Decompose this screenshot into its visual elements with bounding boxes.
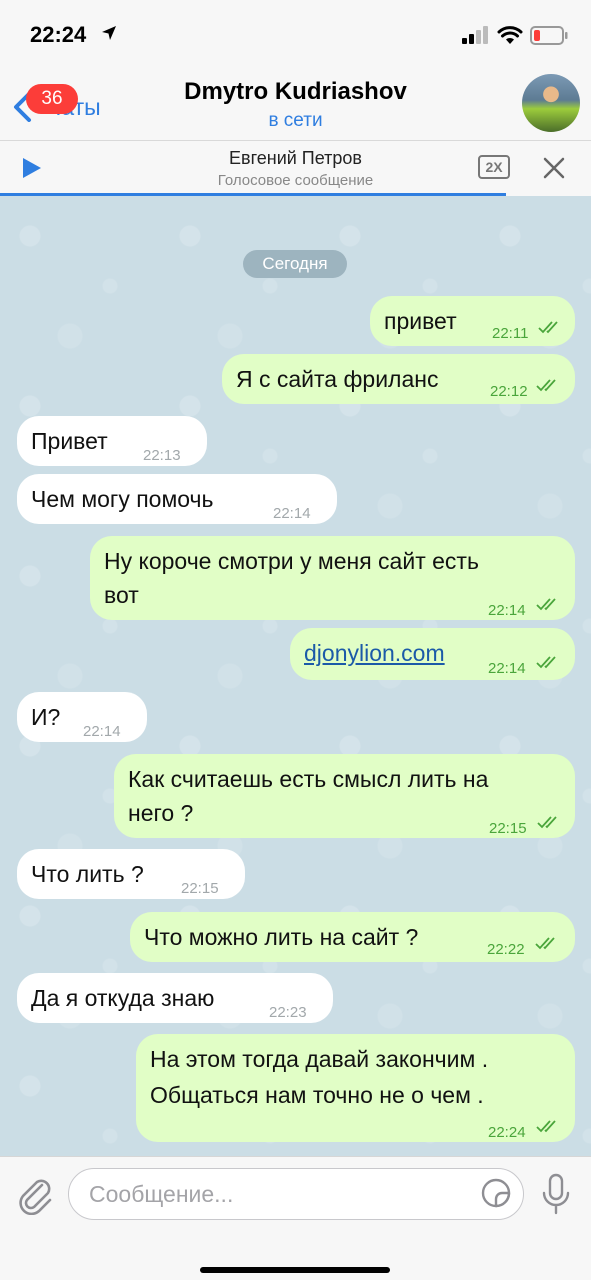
playback-speed-button[interactable]: 2X [478,155,510,179]
message-incoming[interactable]: Чем могу помочь 22:14 [17,474,337,524]
message-incoming[interactable]: Что лить ? 22:15 [17,849,245,899]
voice-player-bar[interactable]: Евгений Петров Голосовое сообщение 2X [0,140,591,196]
message-input[interactable] [68,1168,524,1220]
wifi-icon [497,26,523,44]
online-status: в сети [268,110,323,131]
chat-title[interactable]: Dmytro Kudriashov [0,78,591,106]
message-text-line-2: Общаться нам точно не о чем . [150,1082,484,1108]
signal-icon [462,26,488,44]
message-text-line-1: Ну короче смотри у меня сайт есть [104,548,479,574]
message-time: 22:13 [143,447,181,464]
message-outgoing[interactable]: Что можно лить на сайт ? 22:22 [130,912,575,962]
message-text: привет [384,308,457,334]
status-time: 22:24 [30,22,87,47]
message-time: 22:14 [488,660,526,677]
message-text-line-1: На этом тогда давай закончим . [150,1046,489,1072]
chat-header: Чаты 36 Dmytro Kudriashov в сети [0,66,591,140]
sticker-icon[interactable] [480,1177,512,1209]
message-outgoing[interactable]: На этом тогда давай закончим . Общаться … [136,1034,575,1142]
message-time: 22:23 [269,1004,307,1021]
status-bar: 22:24 [0,0,591,66]
microphone-icon[interactable] [540,1173,572,1215]
message-outgoing[interactable]: Я с сайта фриланс 22:12 [222,354,575,404]
message-incoming[interactable]: И? 22:14 [17,692,147,742]
double-check-icon [536,1120,556,1133]
double-check-icon [535,937,555,950]
message-time: 22:11 [492,325,529,342]
message-time: 22:22 [487,941,525,958]
message-time: 22:15 [181,880,219,897]
message-text-line-1: Как считаешь есть смысл лить на [128,766,489,792]
message-outgoing[interactable]: Ну короче смотри у меня сайт есть вот 22… [90,536,575,620]
close-icon[interactable] [543,157,565,179]
double-check-icon [536,598,556,611]
message-time: 22:14 [488,602,526,619]
message-incoming[interactable]: Привет 22:13 [17,416,207,466]
avatar[interactable] [522,74,580,132]
double-check-icon [536,379,556,392]
composer-bar [0,1156,591,1280]
message-time: 22:12 [490,383,528,400]
message-time: 22:15 [489,820,527,837]
double-check-icon [538,321,558,334]
message-time: 22:14 [83,723,121,740]
double-check-icon [536,656,556,669]
paperclip-icon[interactable] [16,1173,54,1215]
home-indicator [200,1267,390,1273]
date-separator: Сегодня [243,250,347,278]
message-outgoing[interactable]: привет 22:11 [370,296,575,346]
battery-icon [530,26,568,45]
message-time: 22:14 [273,505,311,522]
message-time: 22:24 [488,1124,526,1141]
double-check-icon [537,816,557,829]
location-arrow-icon [102,26,116,40]
message-list[interactable]: Сегодня привет 22:11 Я с сайта фриланс 2… [0,196,591,1156]
message-outgoing[interactable]: djonylion.com 22:14 [290,628,575,680]
message-incoming[interactable]: Да я откуда знаю 22:23 [17,973,333,1023]
message-outgoing[interactable]: Как считаешь есть смысл лить на него ? 2… [114,754,575,838]
